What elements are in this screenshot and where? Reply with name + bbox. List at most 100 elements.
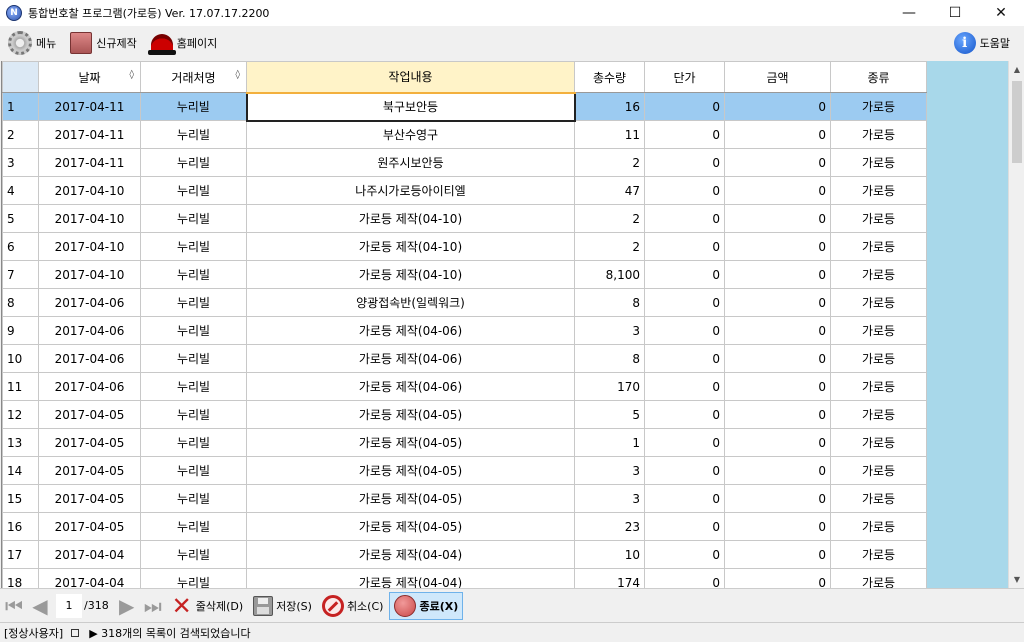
cell-amount[interactable]: 0 bbox=[724, 260, 831, 289]
homepage-button[interactable]: 홈페이지 bbox=[143, 28, 223, 58]
close-button[interactable]: ✕ bbox=[978, 0, 1024, 26]
cell-date[interactable]: 2017-04-11 bbox=[38, 92, 141, 121]
cell-qty[interactable]: 47 bbox=[574, 176, 645, 205]
cell-work[interactable]: 가로등 제작(04-04) bbox=[246, 568, 575, 588]
cell-kind[interactable]: 가로등 bbox=[830, 120, 927, 149]
cell-qty[interactable]: 170 bbox=[574, 372, 645, 401]
table-row[interactable]: 10 2017-04-06 누리빌 가로등 제작(04-06) 8 0 0 가로등 bbox=[2, 344, 927, 373]
cell-client[interactable]: 누리빌 bbox=[140, 484, 247, 513]
cell-date[interactable]: 2017-04-06 bbox=[38, 288, 141, 317]
cell-price[interactable]: 0 bbox=[644, 512, 725, 541]
cell-kind[interactable]: 가로등 bbox=[830, 148, 927, 177]
row-number[interactable]: 4 bbox=[2, 176, 39, 205]
cell-kind[interactable]: 가로등 bbox=[830, 484, 927, 513]
cell-work[interactable]: 나주시가로등아이티엘 bbox=[246, 176, 575, 205]
table-row[interactable]: 12 2017-04-05 누리빌 가로등 제작(04-05) 5 0 0 가로등 bbox=[2, 400, 927, 429]
cell-date[interactable]: 2017-04-05 bbox=[38, 400, 141, 429]
cancel-button[interactable]: 취소(C) bbox=[318, 592, 388, 620]
table-row[interactable]: 17 2017-04-04 누리빌 가로등 제작(04-04) 10 0 0 가로등 bbox=[2, 540, 927, 569]
cell-kind[interactable]: 가로등 bbox=[830, 260, 927, 289]
cell-work[interactable]: 원주시보안등 bbox=[246, 148, 575, 177]
cell-date[interactable]: 2017-04-05 bbox=[38, 428, 141, 457]
table-row[interactable]: 9 2017-04-06 누리빌 가로등 제작(04-06) 3 0 0 가로등 bbox=[2, 316, 927, 345]
cell-qty[interactable]: 3 bbox=[574, 456, 645, 485]
table-row[interactable]: 6 2017-04-10 누리빌 가로등 제작(04-10) 2 0 0 가로등 bbox=[2, 232, 927, 261]
cell-price[interactable]: 0 bbox=[644, 148, 725, 177]
cell-client[interactable]: 누리빌 bbox=[140, 260, 247, 289]
cell-date[interactable]: 2017-04-04 bbox=[38, 540, 141, 569]
scroll-up-icon[interactable]: ▲ bbox=[1009, 61, 1024, 78]
data-grid[interactable]: 날짜 ◊ 거래처명 ◊ 작업내용 총수량 단가 금액 종류 1 2017-04-11 누… bbox=[1, 61, 1008, 588]
cell-date[interactable]: 2017-04-10 bbox=[38, 232, 141, 261]
cell-qty[interactable]: 3 bbox=[574, 484, 645, 513]
cell-client[interactable]: 누리빌 bbox=[140, 428, 247, 457]
table-row[interactable]: 18 2017-04-04 누리빌 가로등 제작(04-04) 174 0 0 가로등 bbox=[2, 568, 927, 588]
table-row[interactable]: 1 2017-04-11 누리빌 북구보안등 16 0 0 가로등 bbox=[2, 91, 927, 122]
cell-price[interactable]: 0 bbox=[644, 344, 725, 373]
cell-work[interactable]: 가로등 제작(04-06) bbox=[246, 344, 575, 373]
cell-client[interactable]: 누리빌 bbox=[140, 92, 247, 121]
cell-amount[interactable]: 0 bbox=[724, 92, 831, 121]
delete-row-button[interactable]: ✕ 줄삭제(D) bbox=[167, 592, 247, 620]
cell-date[interactable]: 2017-04-10 bbox=[38, 260, 141, 289]
cell-amount[interactable]: 0 bbox=[724, 232, 831, 261]
cell-kind[interactable]: 가로등 bbox=[830, 512, 927, 541]
cell-client[interactable]: 누리빌 bbox=[140, 232, 247, 261]
cell-amount[interactable]: 0 bbox=[724, 428, 831, 457]
table-row[interactable]: 13 2017-04-05 누리빌 가로등 제작(04-05) 1 0 0 가로등 bbox=[2, 428, 927, 457]
cell-work[interactable]: 가로등 제작(04-04) bbox=[246, 540, 575, 569]
cell-kind[interactable]: 가로등 bbox=[830, 540, 927, 569]
scroll-down-icon[interactable]: ▼ bbox=[1009, 571, 1024, 588]
cell-client[interactable]: 누리빌 bbox=[140, 204, 247, 233]
cell-qty[interactable]: 11 bbox=[574, 120, 645, 149]
cell-kind[interactable]: 가로등 bbox=[830, 204, 927, 233]
cell-price[interactable]: 0 bbox=[644, 372, 725, 401]
cell-qty[interactable]: 8 bbox=[574, 288, 645, 317]
cell-price[interactable]: 0 bbox=[644, 540, 725, 569]
header-qty[interactable]: 총수량 bbox=[574, 61, 645, 93]
cell-date[interactable]: 2017-04-10 bbox=[38, 204, 141, 233]
cell-client[interactable]: 누리빌 bbox=[140, 400, 247, 429]
header-client[interactable]: 거래처명 ◊ bbox=[140, 61, 247, 93]
cell-kind[interactable]: 가로등 bbox=[830, 568, 927, 588]
cell-kind[interactable]: 가로등 bbox=[830, 92, 927, 121]
cell-work[interactable]: 북구보안등 bbox=[245, 91, 576, 122]
table-row[interactable]: 15 2017-04-05 누리빌 가로등 제작(04-05) 3 0 0 가로등 bbox=[2, 484, 927, 513]
table-row[interactable]: 16 2017-04-05 누리빌 가로등 제작(04-05) 23 0 0 가로등 bbox=[2, 512, 927, 541]
page-number-input[interactable]: 1 bbox=[56, 593, 82, 618]
save-button[interactable]: 저장(S) bbox=[249, 592, 316, 620]
next-page-icon[interactable]: ▶ bbox=[115, 594, 139, 618]
cell-amount[interactable]: 0 bbox=[724, 568, 831, 588]
row-number[interactable]: 6 bbox=[2, 232, 39, 261]
cell-amount[interactable]: 0 bbox=[724, 148, 831, 177]
cell-date[interactable]: 2017-04-05 bbox=[38, 484, 141, 513]
row-number[interactable]: 11 bbox=[2, 372, 39, 401]
cell-amount[interactable]: 0 bbox=[724, 372, 831, 401]
cell-date[interactable]: 2017-04-11 bbox=[38, 120, 141, 149]
cell-amount[interactable]: 0 bbox=[724, 400, 831, 429]
cell-client[interactable]: 누리빌 bbox=[140, 372, 247, 401]
row-number[interactable]: 17 bbox=[2, 540, 39, 569]
header-amount[interactable]: 금액 bbox=[724, 61, 831, 93]
cell-amount[interactable]: 0 bbox=[724, 484, 831, 513]
cell-qty[interactable]: 2 bbox=[574, 148, 645, 177]
first-page-icon[interactable]: ⏮ bbox=[2, 594, 26, 618]
row-number[interactable]: 2 bbox=[2, 120, 39, 149]
exit-button[interactable]: 종료(X) bbox=[389, 591, 464, 620]
vertical-scrollbar[interactable]: ▲ ▼ bbox=[1008, 61, 1024, 588]
row-number[interactable]: 10 bbox=[2, 344, 39, 373]
cell-price[interactable]: 0 bbox=[644, 456, 725, 485]
table-row[interactable]: 14 2017-04-05 누리빌 가로등 제작(04-05) 3 0 0 가로등 bbox=[2, 456, 927, 485]
cell-kind[interactable]: 가로등 bbox=[830, 316, 927, 345]
cell-client[interactable]: 누리빌 bbox=[140, 568, 247, 588]
cell-qty[interactable]: 8 bbox=[574, 344, 645, 373]
cell-amount[interactable]: 0 bbox=[724, 120, 831, 149]
cell-price[interactable]: 0 bbox=[644, 484, 725, 513]
row-number[interactable]: 15 bbox=[2, 484, 39, 513]
cell-work[interactable]: 가로등 제작(04-05) bbox=[246, 512, 575, 541]
cell-price[interactable]: 0 bbox=[644, 176, 725, 205]
cell-amount[interactable]: 0 bbox=[724, 288, 831, 317]
cell-price[interactable]: 0 bbox=[644, 92, 725, 121]
minimize-button[interactable]: — bbox=[886, 0, 932, 26]
cell-price[interactable]: 0 bbox=[644, 120, 725, 149]
